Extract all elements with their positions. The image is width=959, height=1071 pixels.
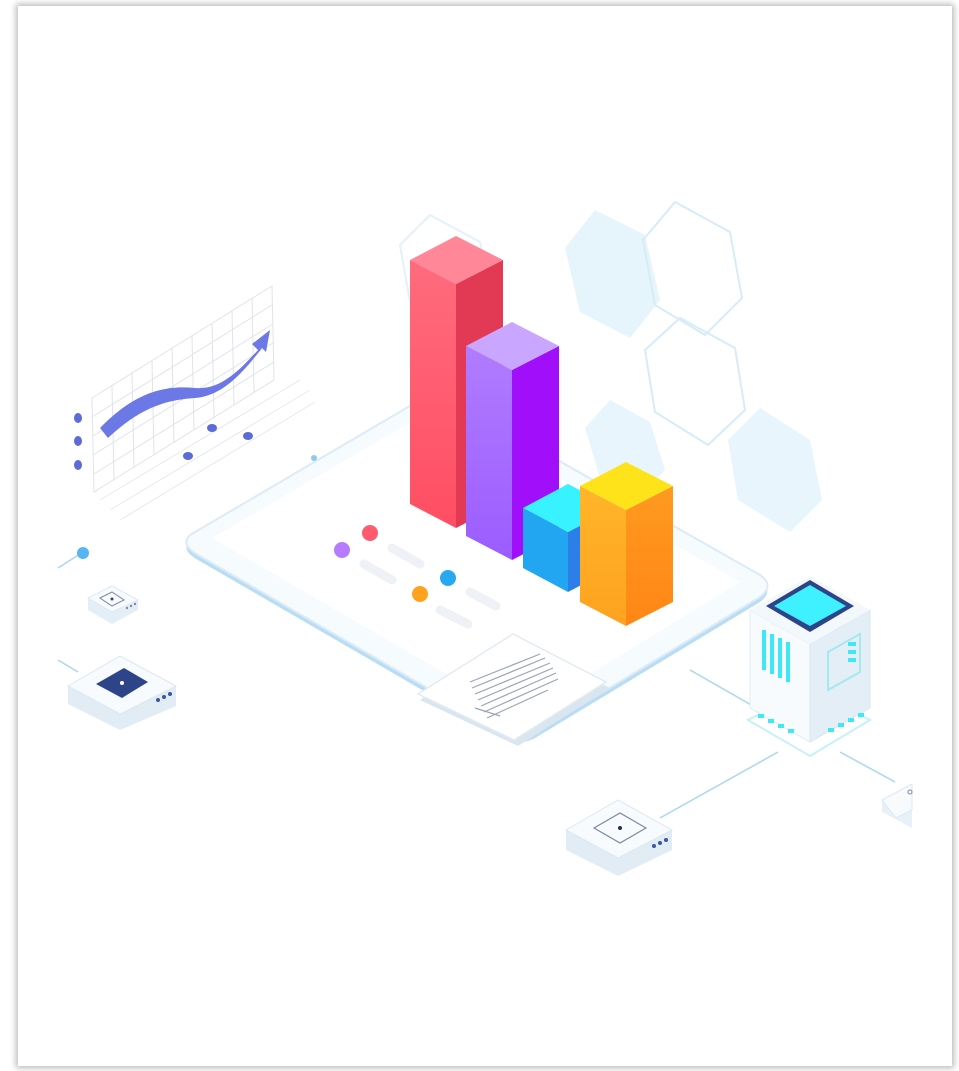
bar-orange (580, 462, 673, 626)
network-node-large (66, 655, 178, 730)
trend-arrow-icon (100, 330, 270, 438)
network-node-small (86, 585, 140, 624)
network-node-bottom (564, 799, 674, 876)
server-icon (745, 576, 873, 758)
analytics-illustration (57, 200, 913, 876)
network-node-right (881, 783, 913, 828)
